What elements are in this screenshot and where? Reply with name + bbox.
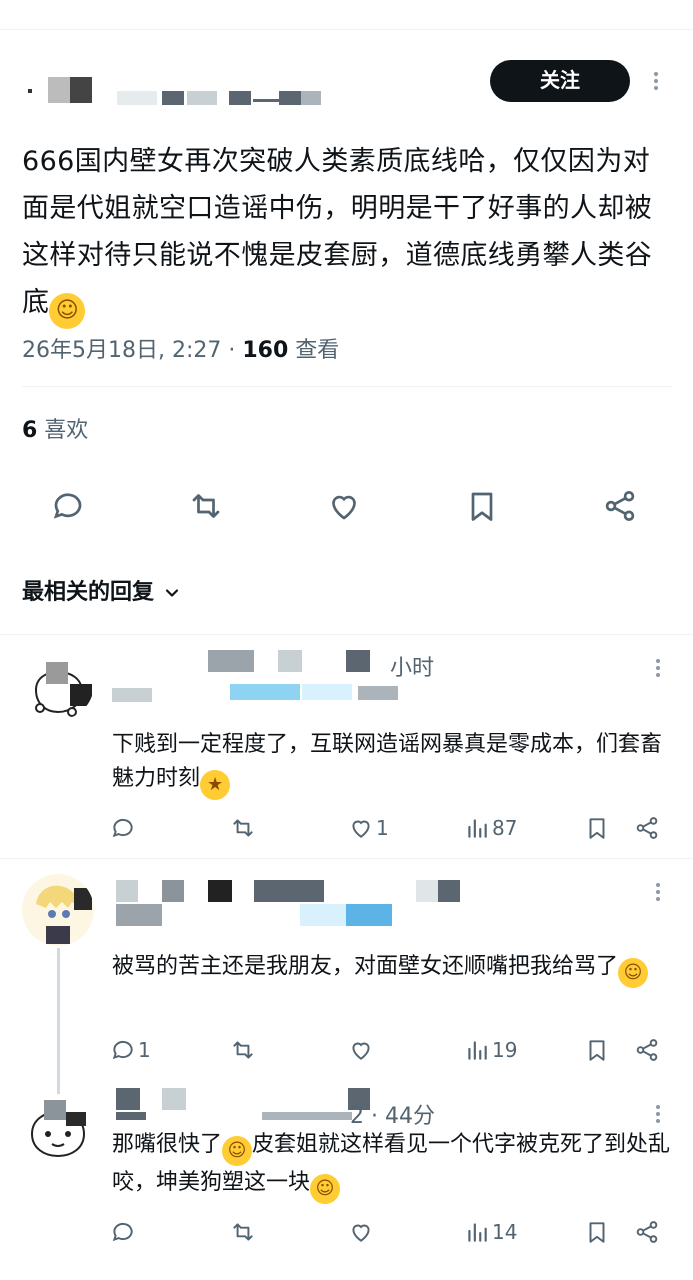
author-name-redacted[interactable] — [117, 85, 357, 105]
tweet-meta: 26年5月18日, 2:27 · 160 查看 — [22, 332, 339, 364]
reply-text: 那嘴很快了 — [112, 1132, 223, 1157]
reply-time: 2 · 44分 — [350, 1104, 435, 1129]
reply-action-bar: 1 87 — [0, 810, 693, 842]
reply-sort-selector[interactable]: 最相关的回复 — [22, 574, 182, 606]
views-icon[interactable]: 87 — [464, 810, 517, 842]
reply-avatar[interactable] — [22, 874, 94, 946]
author-avatar-redacted[interactable] — [22, 67, 92, 105]
retweet-icon[interactable] — [188, 488, 228, 528]
heart-icon[interactable] — [326, 488, 366, 528]
bookmark-icon[interactable] — [584, 1032, 610, 1064]
more-icon[interactable] — [652, 880, 664, 908]
reply-author-redacted[interactable] — [112, 648, 632, 704]
reply-avatar[interactable] — [22, 1094, 94, 1166]
reply-time: 小时 — [390, 656, 435, 681]
cartoon-avatar-icon — [34, 662, 92, 717]
thread-line — [57, 948, 60, 1100]
more-icon[interactable] — [650, 69, 662, 97]
more-icon[interactable] — [652, 1102, 664, 1130]
reply-avatar[interactable] — [22, 648, 94, 720]
divider — [0, 634, 693, 635]
reply-icon[interactable] — [110, 810, 138, 842]
reply-item[interactable]: 2 · 44分 那嘴很快了 ☺ 皮套姐就这样看见一个代字被克死了到处乱咬，坤美狗塑这… — [0, 1080, 693, 1280]
heart-icon[interactable]: 1 — [348, 810, 389, 842]
views-count: 160 — [242, 338, 289, 363]
follow-button[interactable]: 关注 — [490, 60, 630, 102]
likes-count: 6 — [22, 418, 38, 443]
reply-author-redacted[interactable] — [112, 876, 632, 932]
reply-item[interactable]: 被骂的苦主还是我朋友，对面壁女还顺嘴把我给骂了 ☺ 1 19 — [0, 860, 693, 1100]
like-count: 1 — [376, 815, 389, 840]
reply-item[interactable]: 小时 下贱到一定程度了，互联网造谣网暴真是零成本，们套畜魅力时刻 ★ 1 87 — [0, 636, 693, 858]
reply-text-block: 下贱到一定程度了，互联网造谣网暴真是零成本，们套畜魅力时刻 ★ — [112, 728, 672, 800]
share-icon[interactable] — [634, 1032, 660, 1064]
share-icon[interactable] — [634, 810, 660, 842]
reply-text-block: 被骂的苦主还是我朋友，对面壁女还顺嘴把我给骂了 ☺ — [112, 950, 672, 988]
laughing-emoji-icon: ☺ — [310, 1174, 341, 1204]
divider — [0, 858, 693, 859]
retweet-icon[interactable] — [230, 810, 256, 842]
bookmark-icon[interactable] — [584, 810, 610, 842]
views-icon[interactable]: 14 — [464, 1214, 517, 1246]
reply-icon[interactable] — [50, 488, 90, 528]
star-eyes-emoji-icon: ★ — [200, 770, 231, 800]
views-label: 查看 — [288, 338, 340, 363]
laughing-emoji-icon: ☺ — [222, 1136, 253, 1166]
reply-icon[interactable] — [110, 1214, 138, 1246]
view-count: 19 — [492, 1037, 518, 1062]
share-icon[interactable] — [602, 488, 642, 528]
tweet-author-row: 关注 — [22, 55, 672, 115]
reply-text: 被骂的苦主还是我朋友，对面壁女还顺嘴把我给骂了 — [112, 954, 619, 979]
reply-action-bar: 1 19 — [0, 1032, 693, 1064]
laughing-emoji-icon: ☺ — [49, 293, 86, 329]
anime-avatar-icon — [22, 874, 94, 946]
heart-icon[interactable] — [348, 1032, 376, 1064]
bookmark-icon[interactable] — [464, 488, 504, 528]
view-count: 14 — [492, 1219, 518, 1244]
tweet-action-bar — [0, 484, 693, 532]
retweet-icon[interactable] — [230, 1214, 256, 1246]
laughing-emoji-icon: ☺ — [618, 958, 649, 988]
cartoon-avatar-icon — [30, 1100, 86, 1158]
likes-label: 喜欢 — [37, 418, 89, 443]
retweet-icon[interactable] — [230, 1032, 256, 1064]
divider — [22, 386, 672, 387]
view-count: 87 — [492, 815, 518, 840]
top-strip — [0, 0, 693, 30]
views-icon[interactable]: 19 — [464, 1032, 517, 1064]
reply-icon[interactable]: 1 — [110, 1032, 151, 1064]
sort-label: 最相关的回复 — [22, 580, 155, 605]
tweet-text: 666国内壁女再次突破人类素质底线哈，仅仅因为对面是代姐就空口造谣中伤，明明是干… — [22, 146, 653, 318]
reply-text-block: 那嘴很快了 ☺ 皮套姐就这样看见一个代字被克死了到处乱咬，坤美狗塑这一块 ☺ — [112, 1128, 672, 1204]
tweet-timestamp[interactable]: 26年5月18日, 2:27 · — [22, 338, 242, 363]
chevron-down-icon — [165, 589, 179, 597]
heart-icon[interactable] — [348, 1214, 376, 1246]
bookmark-icon[interactable] — [584, 1214, 610, 1246]
reply-text: 下贱到一定程度了，互联网造谣网暴真是零成本，们套畜魅力时刻 — [112, 732, 663, 791]
reply-action-bar: 14 — [0, 1214, 693, 1246]
more-icon[interactable] — [652, 656, 664, 684]
likes-summary[interactable]: 6 喜欢 — [22, 412, 88, 444]
reply-count: 1 — [138, 1037, 151, 1062]
share-icon[interactable] — [634, 1214, 660, 1246]
tweet-body: 666国内壁女再次突破人类素质底线哈，仅仅因为对面是代姐就空口造谣中伤，明明是干… — [22, 138, 672, 329]
